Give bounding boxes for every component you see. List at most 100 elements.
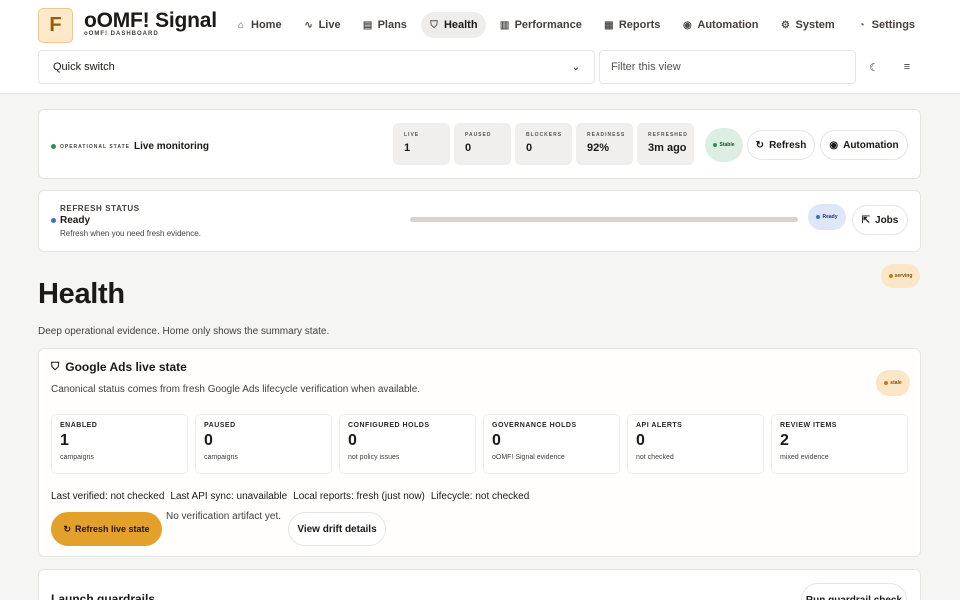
google-ads-description: Canonical status comes from fresh Google…: [51, 384, 421, 395]
launch-guardrails-card: Launch guardrails Run guardrail check: [38, 569, 921, 600]
launch-guardrails-title: Launch guardrails: [51, 592, 156, 600]
stable-badge-label: Stable: [719, 142, 735, 148]
metric-label: CONFIGURED HOLDS: [348, 422, 430, 429]
nav-item-automation[interactable]: ◉ Automation: [674, 12, 766, 38]
page-title: Health: [38, 278, 125, 310]
refresh-icon: ↻: [755, 139, 765, 151]
brand-tagline: oOMF! DASHBOARD: [84, 31, 159, 37]
stat-live: LIVE 1: [393, 123, 450, 165]
stat-value: 0: [465, 142, 472, 154]
metric-value: 0: [636, 432, 645, 449]
shield-check-icon: ⛉: [430, 19, 438, 31]
metric-value: 0: [204, 432, 213, 449]
nav-item-label: Settings: [871, 19, 916, 31]
shield-check-icon: ⛉: [51, 360, 60, 373]
stat-label: REFRESHED: [648, 132, 688, 138]
stat-value: 3m ago: [648, 142, 687, 154]
gear-icon: ⚙: [781, 19, 790, 31]
stat-label: READINESS: [587, 132, 626, 138]
operational-state-value: Live monitoring: [133, 141, 209, 152]
nav-item-label: Automation: [697, 19, 759, 31]
ready-badge-label: Ready: [822, 214, 838, 220]
meta-last-verified: Last verified: not checked: [51, 491, 165, 502]
stat-label: LIVE: [404, 132, 420, 138]
metric-enabled: ENABLED 1 campaigns: [51, 414, 188, 474]
status-dot: [51, 218, 56, 223]
jobs-button-label: Jobs: [875, 214, 899, 226]
metric-sub: oOMF! Signal evidence: [492, 454, 565, 461]
quick-switch-select[interactable]: Quick switch ⌄: [38, 50, 595, 84]
operational-state-label: OPERATIONAL STATE: [60, 143, 130, 150]
nav-item-plans[interactable]: ▤ Plans: [355, 12, 415, 38]
refresh-note: Refresh when you need fresh evidence.: [60, 229, 201, 238]
metric-review-items: REVIEW ITEMS 2 mixed evidence: [771, 414, 908, 474]
nav-item-label: Home: [251, 19, 282, 31]
nav-item-home[interactable]: ⌂ Home: [228, 12, 290, 38]
home-icon: ⌂: [237, 19, 245, 31]
status-dot: [816, 215, 821, 219]
stat-refreshed: REFRESHED 3m ago: [637, 123, 694, 165]
metric-configured-holds: CONFIGURED HOLDS 0 not policy issues: [339, 414, 476, 474]
metric-sub: not policy issues: [348, 454, 400, 461]
metric-label: REVIEW ITEMS: [780, 422, 837, 429]
nav-item-system[interactable]: ⚙ System: [773, 12, 843, 38]
metric-label: API ALERTS: [636, 422, 683, 429]
metric-value: 0: [348, 432, 357, 449]
metric-label: PAUSED: [204, 422, 236, 429]
refresh-progress-fill: [410, 217, 798, 222]
view-drift-details-button[interactable]: View drift details: [288, 512, 386, 546]
metric-sub: not checked: [636, 454, 674, 461]
pulse-icon: ∿: [304, 19, 313, 31]
metric-sub: campaigns: [204, 454, 238, 461]
metric-value: 1: [60, 432, 69, 449]
automation-button[interactable]: ◉ Automation: [820, 130, 908, 160]
refresh-progress-bar: [410, 217, 798, 222]
meta-local-reports: Local reports: fresh (just now): [293, 491, 425, 502]
nav-item-label: Plans: [377, 19, 407, 31]
page-subtitle: Deep operational evidence. Home only sho…: [38, 326, 330, 337]
ready-badge: Ready: [808, 204, 846, 230]
stable-badge: Stable: [705, 128, 743, 162]
serving-badge: serving: [881, 264, 920, 288]
play-circle-icon: ◉: [829, 139, 839, 151]
metric-api-alerts: API ALERTS 0 not checked: [627, 414, 764, 474]
brand-name[interactable]: oOMF! Signal: [84, 9, 217, 33]
status-dot: [884, 381, 889, 385]
stat-value: 92%: [587, 142, 610, 154]
nav-item-reports[interactable]: ▦ Reports: [596, 12, 669, 38]
nav-item-label: Live: [318, 19, 341, 31]
stat-paused: PAUSED 0: [454, 123, 511, 165]
refresh-button[interactable]: ↻ Refresh: [747, 130, 815, 160]
nav-item-label: System: [795, 19, 835, 31]
stat-label: BLOCKERS: [526, 132, 563, 138]
nav-item-label: Performance: [514, 19, 582, 31]
stat-value: 0: [526, 142, 533, 154]
verification-meta: Last verified: not checked Last API sync…: [51, 491, 529, 502]
status-dot: [713, 143, 718, 147]
filter-input[interactable]: [599, 50, 856, 84]
moon-icon[interactable]: ☾: [862, 55, 886, 79]
refresh-state: Ready: [51, 215, 90, 226]
operational-state: OPERATIONAL STATE Live monitoring: [51, 141, 209, 152]
status-card: OPERATIONAL STATE Live monitoring LIVE 1…: [38, 109, 921, 179]
status-dot: [888, 274, 893, 278]
hamburger-menu-icon[interactable]: ≡: [895, 55, 919, 79]
brand-logo[interactable]: F: [38, 8, 73, 43]
run-guardrail-check-button[interactable]: Run guardrail check: [801, 583, 907, 600]
stat-blockers: BLOCKERS 0: [515, 123, 572, 165]
nav-item-settings[interactable]: ◔ Settings: [849, 12, 923, 38]
status-dot: [51, 144, 56, 149]
nav-item-performance[interactable]: ▥ Performance: [492, 12, 590, 38]
refresh-icon: ↻: [63, 523, 71, 534]
jobs-button[interactable]: ⇱ Jobs: [852, 205, 908, 235]
refresh-live-state-button[interactable]: ↻ Refresh live state: [51, 512, 162, 546]
meta-lifecycle: Lifecycle: not checked: [430, 491, 530, 502]
nav-item-health[interactable]: ⛉ Health: [420, 12, 486, 38]
quick-switch-label: Quick switch: [53, 61, 115, 73]
no-artifact-note: No verification artifact yet.: [166, 511, 282, 522]
refresh-status-card: REFRESH STATUS Ready Refresh when you ne…: [38, 190, 921, 252]
metric-label: GOVERNANCE HOLDS: [492, 422, 577, 429]
refresh-status-heading: REFRESH STATUS: [60, 204, 140, 213]
google-ads-card: ⛉ Google Ads live state Canonical status…: [38, 348, 921, 557]
nav-item-live[interactable]: ∿ Live: [296, 12, 349, 38]
